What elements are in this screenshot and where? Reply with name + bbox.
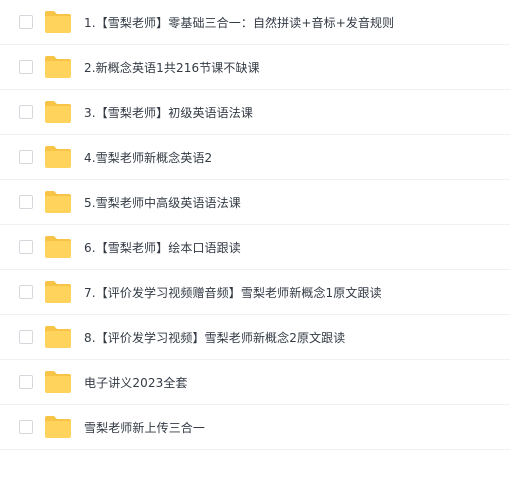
list-item[interactable]: 7.【评价发学习视频赠音频】雪梨老师新概念1原文跟读 bbox=[0, 270, 510, 315]
row-checkbox[interactable] bbox=[19, 15, 33, 29]
folder-icon bbox=[44, 280, 72, 304]
item-name[interactable]: 5.雪梨老师中高级英语语法课 bbox=[84, 194, 241, 211]
file-list: 1.【雪梨老师】零基础三合一：自然拼读+音标+发音规则 2.新概念英语1共216… bbox=[0, 0, 510, 491]
row-checkbox[interactable] bbox=[19, 375, 33, 389]
item-name[interactable]: 2.新概念英语1共216节课不缺课 bbox=[84, 59, 260, 76]
row-checkbox[interactable] bbox=[19, 105, 33, 119]
folder-icon bbox=[44, 145, 72, 169]
item-name[interactable]: 雪梨老师新上传三合一 bbox=[84, 419, 205, 436]
list-item[interactable]: 8.【评价发学习视频】雪梨老师新概念2原文跟读 bbox=[0, 315, 510, 360]
list-item[interactable]: 4.雪梨老师新概念英语2 bbox=[0, 135, 510, 180]
list-item[interactable]: 1.【雪梨老师】零基础三合一：自然拼读+音标+发音规则 bbox=[0, 0, 510, 45]
row-checkbox[interactable] bbox=[19, 195, 33, 209]
item-name[interactable]: 电子讲义2023全套 bbox=[84, 374, 188, 391]
folder-icon bbox=[44, 370, 72, 394]
list-item[interactable]: 2.新概念英语1共216节课不缺课 bbox=[0, 45, 510, 90]
folder-icon bbox=[44, 190, 72, 214]
list-item[interactable]: 6.【雪梨老师】绘本口语跟读 bbox=[0, 225, 510, 270]
row-checkbox[interactable] bbox=[19, 150, 33, 164]
item-name[interactable]: 8.【评价发学习视频】雪梨老师新概念2原文跟读 bbox=[84, 329, 345, 346]
item-name[interactable]: 6.【雪梨老师】绘本口语跟读 bbox=[84, 239, 241, 256]
list-item[interactable]: 5.雪梨老师中高级英语语法课 bbox=[0, 180, 510, 225]
list-item[interactable]: 电子讲义2023全套 bbox=[0, 360, 510, 405]
row-checkbox[interactable] bbox=[19, 285, 33, 299]
item-name[interactable]: 4.雪梨老师新概念英语2 bbox=[84, 149, 212, 166]
item-name[interactable]: 3.【雪梨老师】初级英语语法课 bbox=[84, 104, 253, 121]
row-checkbox[interactable] bbox=[19, 240, 33, 254]
item-name[interactable]: 1.【雪梨老师】零基础三合一：自然拼读+音标+发音规则 bbox=[84, 14, 394, 31]
folder-icon bbox=[44, 325, 72, 349]
list-item[interactable]: 3.【雪梨老师】初级英语语法课 bbox=[0, 90, 510, 135]
row-checkbox[interactable] bbox=[19, 60, 33, 74]
row-checkbox[interactable] bbox=[19, 420, 33, 434]
folder-icon bbox=[44, 100, 72, 124]
item-name[interactable]: 7.【评价发学习视频赠音频】雪梨老师新概念1原文跟读 bbox=[84, 284, 382, 301]
folder-icon bbox=[44, 415, 72, 439]
folder-icon bbox=[44, 235, 72, 259]
folder-icon bbox=[44, 55, 72, 79]
row-checkbox[interactable] bbox=[19, 330, 33, 344]
list-item[interactable]: 雪梨老师新上传三合一 bbox=[0, 405, 510, 450]
folder-icon bbox=[44, 10, 72, 34]
